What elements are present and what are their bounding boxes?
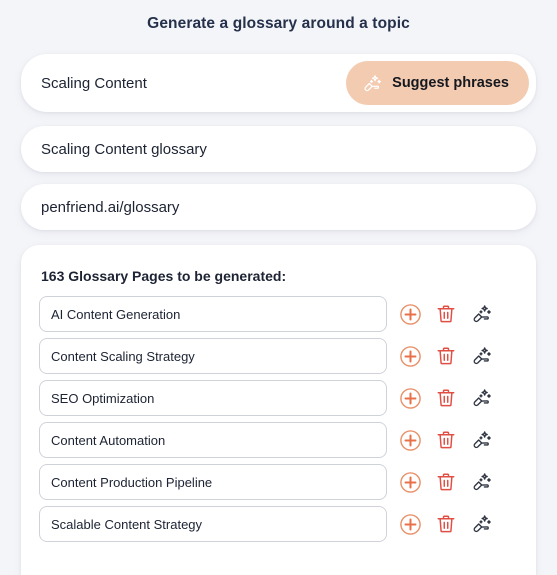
magic-wand-hand-icon (471, 471, 493, 493)
glossary-row (39, 506, 518, 542)
magic-wand-hand-icon (471, 345, 493, 367)
glossary-title-input[interactable] (21, 126, 536, 172)
add-row-button[interactable] (392, 296, 428, 332)
delete-row-button[interactable] (428, 464, 464, 500)
delete-row-button[interactable] (428, 296, 464, 332)
magic-wand-hand-icon (471, 429, 493, 451)
glossary-url-input[interactable] (21, 184, 536, 230)
delete-row-button[interactable] (428, 506, 464, 542)
plus-circle-icon (399, 345, 422, 368)
add-row-button[interactable] (392, 506, 428, 542)
glossary-row-actions (392, 506, 500, 542)
generate-row-button[interactable] (464, 506, 500, 542)
glossary-row (39, 464, 518, 500)
glossary-row-input[interactable] (39, 422, 387, 458)
magic-wand-hand-icon (471, 387, 493, 409)
glossary-rows-list (39, 296, 518, 542)
magic-wand-hand-icon (362, 73, 383, 94)
glossary-row (39, 422, 518, 458)
glossary-row-input[interactable] (39, 380, 387, 416)
glossary-pages-panel: 163 Glossary Pages to be generated: (21, 245, 536, 575)
topic-input[interactable] (21, 54, 347, 112)
add-row-button[interactable] (392, 422, 428, 458)
add-row-button[interactable] (392, 338, 428, 374)
glossary-row-actions (392, 380, 500, 416)
glossary-row-actions (392, 464, 500, 500)
generate-row-button[interactable] (464, 338, 500, 374)
page-title: Generate a glossary around a topic (147, 15, 410, 32)
glossary-title-card (21, 126, 536, 172)
generate-row-button[interactable] (464, 296, 500, 332)
trash-icon (435, 345, 457, 367)
topic-field-card: Suggest phrases (21, 54, 536, 112)
glossary-row (39, 296, 518, 332)
add-row-button[interactable] (392, 464, 428, 500)
glossary-row-input[interactable] (39, 338, 387, 374)
generate-row-button[interactable] (464, 464, 500, 500)
glossary-pages-heading: 163 Glossary Pages to be generated: (41, 268, 287, 284)
plus-circle-icon (399, 387, 422, 410)
plus-circle-icon (399, 303, 422, 326)
plus-circle-icon (399, 513, 422, 536)
glossary-row-input[interactable] (39, 506, 387, 542)
suggest-phrases-label: Suggest phrases (392, 74, 509, 91)
delete-row-button[interactable] (428, 338, 464, 374)
glossary-generator-page: Generate a glossary around a topic Sugge… (0, 0, 557, 575)
delete-row-button[interactable] (428, 380, 464, 416)
glossary-row (39, 380, 518, 416)
magic-wand-hand-icon (471, 303, 493, 325)
glossary-row-actions (392, 338, 500, 374)
magic-wand-hand-icon (471, 513, 493, 535)
glossary-row-input[interactable] (39, 464, 387, 500)
generate-row-button[interactable] (464, 380, 500, 416)
trash-icon (435, 429, 457, 451)
glossary-row-actions (392, 422, 500, 458)
trash-icon (435, 471, 457, 493)
plus-circle-icon (399, 471, 422, 494)
trash-icon (435, 303, 457, 325)
delete-row-button[interactable] (428, 422, 464, 458)
generate-row-button[interactable] (464, 422, 500, 458)
trash-icon (435, 387, 457, 409)
suggest-phrases-button[interactable]: Suggest phrases (346, 61, 529, 105)
trash-icon (435, 513, 457, 535)
glossary-url-card (21, 184, 536, 230)
plus-circle-icon (399, 429, 422, 452)
glossary-row-input[interactable] (39, 296, 387, 332)
glossary-row (39, 338, 518, 374)
add-row-button[interactable] (392, 380, 428, 416)
glossary-row-actions (392, 296, 500, 332)
